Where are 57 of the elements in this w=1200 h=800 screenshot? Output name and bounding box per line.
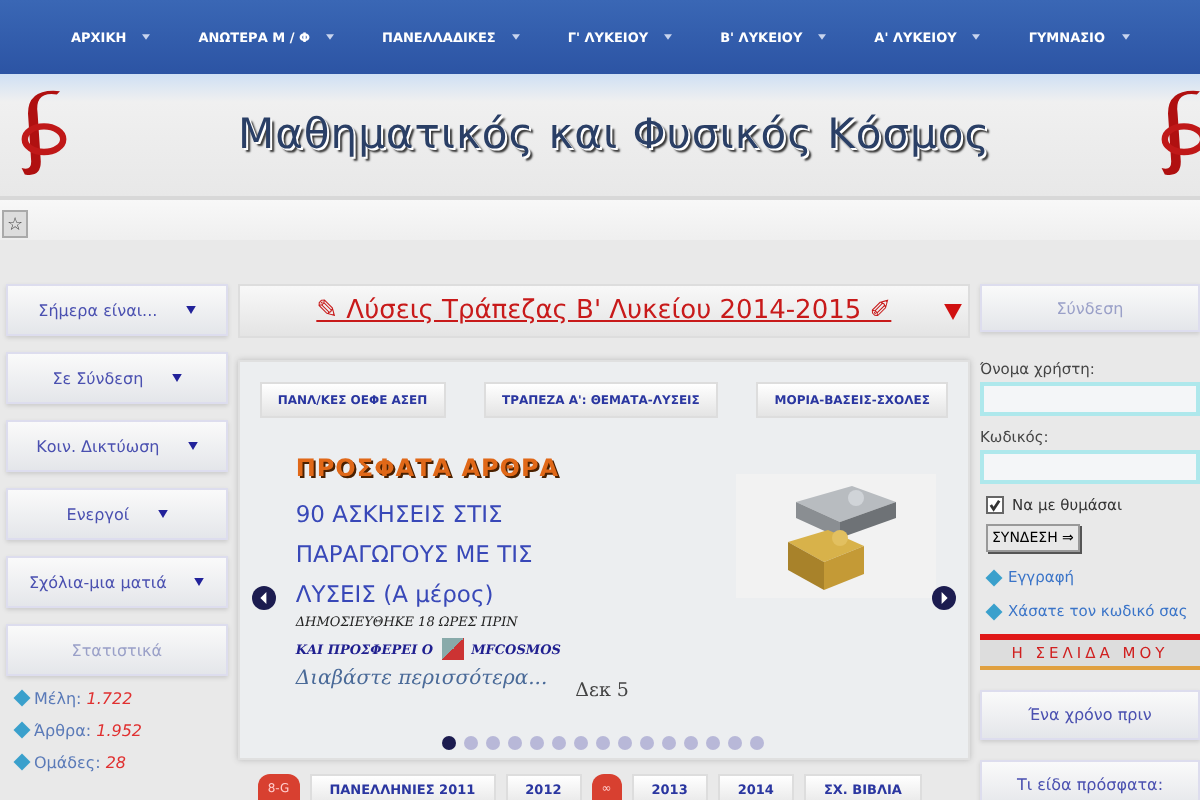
- stat-text: Άρθρα: 1.952: [34, 721, 143, 739]
- username-field[interactable]: [980, 382, 1200, 416]
- caret-icon: [1121, 34, 1129, 40]
- bullet-icon: [985, 602, 1003, 620]
- password-field[interactable]: [980, 450, 1200, 484]
- pager-dot[interactable]: [618, 736, 633, 750]
- sidebar-dropdown[interactable]: Ενεργοί: [6, 488, 228, 540]
- sidebar-dropdown[interactable]: Κοιν. Δικτύωση: [6, 420, 228, 472]
- caret-icon: [664, 34, 673, 40]
- previous-button[interactable]: [251, 586, 276, 610]
- caret-icon: [194, 578, 205, 586]
- favorite-button[interactable]: ☆: [2, 210, 28, 238]
- pager-dot[interactable]: [552, 736, 567, 750]
- caret-icon: [818, 34, 827, 40]
- article-title[interactable]: 90 ΑΣΚΗΣΕΙΣ ΣΤΙΣ ΠΑΡΑΓΩΓΟΥΣ ΜΕ ΤΙΣ ΛΥΣΕΙΣ (Α μέρος): [295, 494, 596, 614]
- pager-dot[interactable]: [486, 736, 501, 750]
- pager-dot[interactable]: [684, 736, 699, 750]
- bullet-icon: [13, 721, 31, 739]
- pager-dot[interactable]: [464, 736, 479, 750]
- pager-dot[interactable]: [706, 736, 721, 750]
- pager-dot[interactable]: [530, 736, 545, 750]
- sidebar-dropdown[interactable]: Σήμερα είναι...: [6, 284, 228, 336]
- sidebar-dropdown[interactable]: Τι είδα πρόσφατα:: [980, 760, 1200, 800]
- pager-dot[interactable]: [640, 736, 655, 750]
- pager-dot[interactable]: [574, 736, 589, 750]
- bullet-icon: [13, 753, 31, 771]
- caret-icon: [187, 442, 198, 450]
- next-button[interactable]: [932, 586, 956, 610]
- avatar-icon: [441, 638, 464, 660]
- pager-dot[interactable]: [728, 736, 743, 750]
- stat-text: Ομάδες: 28: [34, 753, 126, 771]
- caret-icon: [511, 34, 520, 40]
- dropdown-icon[interactable]: [944, 303, 962, 319]
- section-heading: ΠΡΟΣΦΑΤΑ ΑΡΘΡΑ: [295, 454, 562, 482]
- sidebar-dropdown[interactable]: Σε Σύνδεση: [6, 352, 228, 404]
- sidebar-dropdown[interactable]: Σχόλια-μια ματιά: [6, 556, 228, 608]
- caret-icon: [972, 34, 981, 40]
- sidebar-heading: Στατιστικά: [6, 624, 228, 676]
- stat-text: Μέλη: 1.722: [34, 689, 133, 707]
- checkbox[interactable]: [986, 496, 1004, 514]
- sidebar-dropdown[interactable]: Ένα χρόνο πριν: [980, 690, 1200, 740]
- pager-dot[interactable]: [442, 736, 457, 750]
- caret-icon: [326, 34, 335, 40]
- pager-dot[interactable]: [596, 736, 611, 750]
- caret-icon: [185, 306, 196, 314]
- bullet-icon: [13, 689, 31, 707]
- pager-dot[interactable]: [508, 736, 523, 750]
- pager-dot[interactable]: [662, 736, 677, 750]
- caret-icon: [142, 34, 151, 40]
- bullet-icon: [985, 568, 1003, 586]
- pager-dot[interactable]: [750, 736, 765, 750]
- date-text: Δεκ 5: [575, 680, 629, 702]
- site-title: Μαθηματικός και Φυσικός Κόσμος: [235, 108, 993, 162]
- caret-icon: [157, 510, 168, 518]
- login-heading: Σύνδεση: [980, 284, 1200, 332]
- caret-icon: [171, 374, 182, 382]
- read-more-link[interactable]: Διαβάστε περισσότερα...: [295, 668, 548, 690]
